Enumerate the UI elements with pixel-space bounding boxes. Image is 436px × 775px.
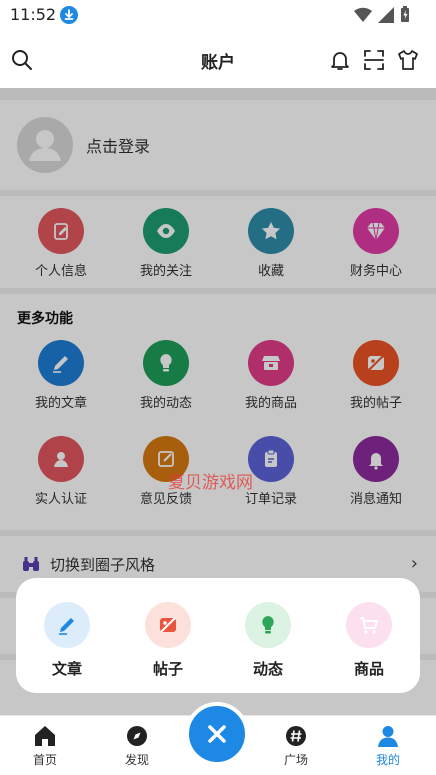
user-icon bbox=[378, 726, 398, 747]
app-header: 账户 bbox=[0, 30, 436, 88]
shirt-icon[interactable] bbox=[396, 48, 420, 72]
publish-option-label: 动态 bbox=[252, 660, 283, 678]
home-icon bbox=[35, 726, 55, 746]
publish-option-label: 商品 bbox=[353, 660, 384, 678]
nav-label: 我的 bbox=[375, 753, 400, 767]
compass-icon bbox=[127, 726, 147, 746]
status-bar: 11:52 bbox=[0, 0, 436, 30]
wifi-icon bbox=[354, 7, 372, 22]
publish-popup: 文章 帖子 动态 商品 bbox=[16, 578, 420, 693]
close-icon bbox=[208, 725, 226, 743]
publish-option-label: 帖子 bbox=[152, 660, 183, 678]
battery-icon bbox=[401, 6, 409, 22]
nav-item[interactable]: 发现 bbox=[107, 724, 167, 768]
bell-icon[interactable] bbox=[328, 48, 352, 72]
nav-item[interactable]: 我的 bbox=[358, 724, 418, 768]
cart-icon bbox=[360, 617, 378, 634]
close-publish-button[interactable] bbox=[185, 702, 249, 766]
download-icon bbox=[60, 6, 78, 24]
nav-item[interactable]: 广场 bbox=[266, 724, 326, 768]
status-time: 11:52 bbox=[10, 5, 57, 24]
scan-icon[interactable] bbox=[362, 48, 386, 72]
publish-option[interactable]: 帖子 bbox=[138, 602, 198, 679]
no-image-icon bbox=[160, 617, 176, 633]
nav-item[interactable]: 首页 bbox=[15, 724, 75, 768]
hashtag-icon bbox=[286, 726, 306, 746]
nav-label: 首页 bbox=[32, 753, 57, 767]
nav-label: 广场 bbox=[283, 753, 308, 767]
watermark-text: 夏贝游戏网 bbox=[168, 473, 253, 493]
publish-option[interactable]: 动态 bbox=[238, 602, 298, 679]
publish-option[interactable]: 文章 bbox=[37, 602, 97, 679]
pencil-icon bbox=[59, 618, 74, 635]
bulb-icon bbox=[262, 616, 274, 634]
publish-option[interactable]: 商品 bbox=[339, 602, 399, 679]
nav-label: 发现 bbox=[124, 753, 149, 767]
signal-icon bbox=[378, 6, 394, 23]
publish-option-label: 文章 bbox=[51, 660, 82, 678]
